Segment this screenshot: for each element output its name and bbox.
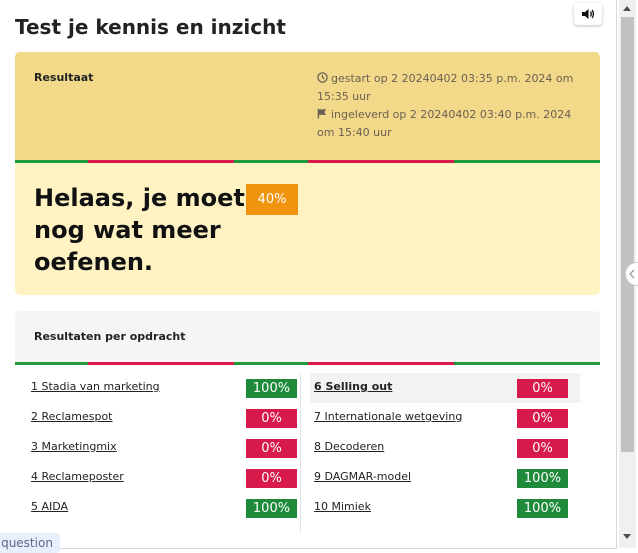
assignment-link[interactable]: 1 Stadia van marketing xyxy=(31,380,160,393)
assignment-link[interactable]: 7 Internationale wetgeving xyxy=(314,410,462,423)
page-title: Test je kennis en inzicht xyxy=(15,15,286,39)
progress-segment-red xyxy=(161,160,235,163)
assignment-column-right: 6 Selling out 0% 7 Internationale wetgev… xyxy=(310,373,580,523)
assignment-score-badge: 0% xyxy=(517,439,568,458)
progress-segment-green xyxy=(234,362,308,365)
progress-segment-green xyxy=(526,160,600,163)
assignment-score-badge: 0% xyxy=(246,439,297,458)
per-assignment-label: Resultaten per opdracht xyxy=(34,330,186,343)
result-progress-bar xyxy=(15,160,600,163)
result-message: Helaas, je moet nog wat meer oefenen. xyxy=(34,184,245,276)
assignment-row: 10 Mimiek 100% xyxy=(310,493,580,523)
per-assignment-header: Resultaten per opdracht xyxy=(15,311,600,362)
progress-segment-green xyxy=(234,160,308,163)
assignment-row: 3 Marketingmix 0% xyxy=(27,433,297,463)
scroll-down-arrow-icon[interactable] xyxy=(623,534,631,539)
result-meta: gestart op 2 20240402 03:35 p.m. 2024 om… xyxy=(317,70,579,142)
question-tab[interactable]: question xyxy=(0,533,60,553)
assignment-score-badge: 0% xyxy=(246,409,297,428)
assignment-link[interactable]: 2 Reclamespot xyxy=(31,410,113,423)
assignment-row: 1 Stadia van marketing 100% xyxy=(27,373,297,403)
assignment-row: 7 Internationale wetgeving 0% xyxy=(310,403,580,433)
assignment-link[interactable]: 3 Marketingmix xyxy=(31,440,117,453)
score-badge: 40% xyxy=(246,184,298,215)
started-text: gestart op 2 20240402 03:35 p.m. 2024 om… xyxy=(317,72,574,103)
assignment-link[interactable]: 6 Selling out xyxy=(314,380,392,393)
submitted-text: ingeleverd op 2 20240402 03:40 p.m. 2024… xyxy=(317,108,572,139)
progress-segment-green xyxy=(15,160,89,163)
assignment-row: 9 DAGMAR-model 100% xyxy=(310,463,580,493)
assignment-score-badge: 100% xyxy=(246,379,297,398)
progress-segment-red xyxy=(380,362,454,365)
assignment-link[interactable]: 8 Decoderen xyxy=(314,440,384,453)
result-card: Resultaat gestart op 2 20240402 03:35 p.… xyxy=(15,52,600,295)
progress-segment-green xyxy=(453,160,527,163)
progress-segment-red xyxy=(88,160,162,163)
assignment-link[interactable]: 10 Mimiek xyxy=(314,500,371,513)
result-label: Resultaat xyxy=(34,71,94,84)
progress-segment-red xyxy=(307,160,381,163)
clock-icon xyxy=(317,72,328,83)
progress-segment-green xyxy=(526,362,600,365)
result-header: Resultaat gestart op 2 20240402 03:35 p.… xyxy=(15,52,600,161)
assignment-score-badge: 100% xyxy=(517,499,568,518)
assignment-row: 5 AIDA 100% xyxy=(27,493,297,523)
assignment-score-badge: 0% xyxy=(517,379,568,398)
assignment-row: 4 Reclameposter 0% xyxy=(27,463,297,493)
chevron-left-icon xyxy=(629,269,635,279)
progress-segment-green xyxy=(453,362,527,365)
assignment-link[interactable]: 9 DAGMAR-model xyxy=(314,470,411,483)
results-panel: Test je kennis en inzicht Resultaat gest… xyxy=(0,0,617,549)
assignment-row: 8 Decoderen 0% xyxy=(310,433,580,463)
assignment-column-left: 1 Stadia van marketing 100% 2 Reclamespo… xyxy=(27,373,297,523)
progress-segment-red xyxy=(88,362,162,365)
per-assignment-card: Resultaten per opdracht 1 Stadia van mar… xyxy=(15,311,600,533)
assignment-row: 2 Reclamespot 0% xyxy=(27,403,297,433)
assignment-row-current: 6 Selling out 0% xyxy=(310,373,580,403)
speaker-icon xyxy=(582,9,595,19)
submitted-line: ingeleverd op 2 20240402 03:40 p.m. 2024… xyxy=(317,106,579,142)
per-assignment-progress-bar xyxy=(15,362,600,365)
assignment-score-badge: 0% xyxy=(246,469,297,488)
scrollbar-thumb[interactable] xyxy=(621,17,634,452)
audio-button[interactable] xyxy=(574,3,602,25)
assignment-score-badge: 0% xyxy=(517,409,568,428)
assignment-link[interactable]: 4 Reclameposter xyxy=(31,470,124,483)
started-line: gestart op 2 20240402 03:35 p.m. 2024 om… xyxy=(317,70,579,106)
assignment-score-badge: 100% xyxy=(517,469,568,488)
progress-segment-green xyxy=(15,362,89,365)
progress-segment-red xyxy=(307,362,381,365)
assignment-score-badge: 100% xyxy=(246,499,297,518)
assignment-link[interactable]: 5 AIDA xyxy=(31,500,68,513)
column-divider xyxy=(300,373,301,533)
scroll-up-arrow-icon[interactable] xyxy=(623,6,631,11)
progress-segment-red xyxy=(161,362,235,365)
flag-icon xyxy=(317,108,327,119)
progress-segment-red xyxy=(380,160,454,163)
